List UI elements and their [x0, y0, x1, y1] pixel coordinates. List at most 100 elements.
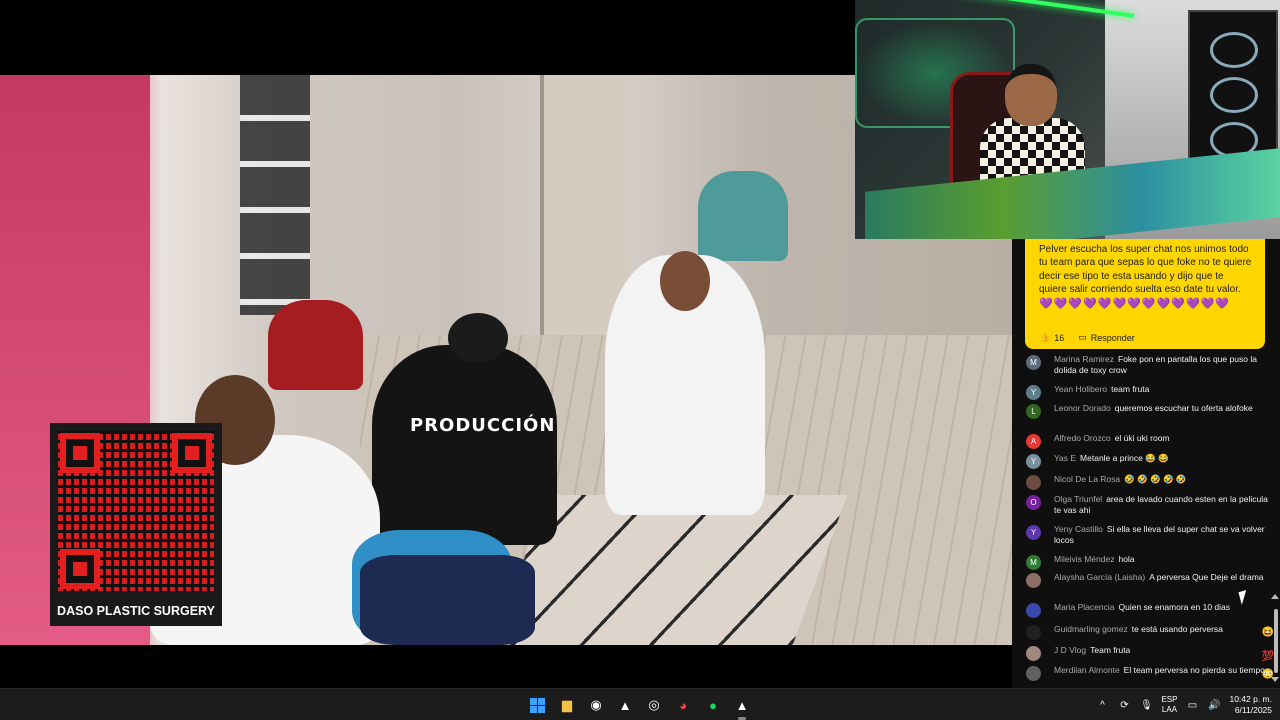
- chat-message[interactable]: O Olga Triunfel area de lavado cuando este…: [1026, 494, 1272, 515]
- chat-message[interactable]: Y Yas E Metanle a prince 😂 😂: [1026, 453, 1272, 469]
- like-count: 16: [1054, 332, 1065, 343]
- chat-message[interactable]: Alaysha García (Laisha) A perversa Que De…: [1026, 572, 1272, 588]
- qr-finder: [60, 549, 100, 589]
- language-indicator[interactable]: ESP LAA: [1161, 695, 1177, 715]
- person-cap: [448, 313, 508, 363]
- chat-message[interactable]: J D Vlog Team fruta: [1026, 645, 1272, 661]
- sync-icon[interactable]: ⟳: [1117, 700, 1131, 711]
- chat-author[interactable]: Alaysha García (Laisha): [1054, 572, 1145, 582]
- microphone-icon[interactable]: 🎙: [1139, 700, 1153, 711]
- avatar[interactable]: M: [1026, 355, 1041, 370]
- chat-message-body: Guidmarling gomez te está usando perversa: [1054, 624, 1223, 635]
- chat-text: El team perversa no pierda su tiempo: [1123, 665, 1265, 675]
- chat-text: te está usando perversa: [1131, 624, 1223, 634]
- taskbar: ▆ ◉ ▲ ◎ ◕ ● ▲ ^ ⟳ 🎙 ESP LAA ▭ 🔊 10:42 p.…: [0, 688, 1280, 720]
- chat-author[interactable]: Yeny Castillo: [1054, 524, 1103, 534]
- chat-text: Metanle a prince 😂 😂: [1080, 453, 1169, 463]
- chat-author[interactable]: Yas E: [1054, 453, 1076, 463]
- chat-message[interactable]: L Leonor Dorado queremos escuchar tu ofert…: [1026, 403, 1272, 419]
- like-button[interactable]: 👍 16: [1039, 332, 1064, 343]
- avatar[interactable]: [1026, 625, 1041, 640]
- chat-author[interactable]: Leonor Dorado: [1054, 403, 1111, 413]
- chat-author[interactable]: Guidmarling gomez: [1054, 624, 1128, 634]
- person-black-jacket: [372, 345, 557, 545]
- clock[interactable]: 10:42 p. m. 6/11/2025: [1229, 694, 1272, 716]
- chat-text: Quien se enamora en 10 dias: [1118, 602, 1231, 612]
- chrome-icon[interactable]: ◕: [672, 694, 694, 716]
- avatar[interactable]: [1026, 666, 1041, 681]
- super-chat-text: Pelver escucha los super chat nos unimos…: [1039, 244, 1252, 296]
- live-chat[interactable]: Pelver escucha los super chat nos unimos…: [1012, 239, 1280, 688]
- chat-author[interactable]: J D Vlog: [1054, 645, 1086, 655]
- chevron-up-icon[interactable]: ^: [1095, 700, 1109, 711]
- thumbs-up-icon: 👍: [1039, 332, 1051, 342]
- avatar[interactable]: [1026, 603, 1041, 618]
- chat-message-body: Alaysha García (Laisha) A perversa Que De…: [1054, 572, 1264, 583]
- chat-message-body: Olga Triunfel area de lavado cuando esten…: [1054, 494, 1272, 515]
- language-code: ESP: [1161, 695, 1178, 704]
- chat-text: 🤣 🤣 🤣 🤣 🤣: [1124, 474, 1187, 484]
- avatar[interactable]: [1026, 573, 1041, 588]
- qr-finder: [172, 433, 212, 473]
- chat-message-body: Nicol De La Rosa 🤣 🤣 🤣 🤣 🤣: [1054, 474, 1187, 485]
- chat-author[interactable]: Nicol De La Rosa: [1054, 474, 1120, 484]
- avatar[interactable]: O: [1026, 495, 1041, 510]
- chat-text: el úki uki room: [1114, 433, 1170, 443]
- avatar[interactable]: Y: [1026, 385, 1041, 400]
- chat-author[interactable]: Yean Holibero: [1054, 384, 1107, 394]
- webcam-overlay: [855, 0, 1280, 239]
- chat-message[interactable]: M Marina Ramirez Foke pon en pantalla los …: [1026, 354, 1272, 375]
- reply-label: Responder: [1090, 332, 1135, 343]
- chat-author[interactable]: Mileivis Méndez: [1054, 554, 1114, 564]
- chat-message[interactable]: Y Yeny Castillo Si ella se lleva del super…: [1026, 524, 1272, 545]
- start-icon[interactable]: [526, 694, 548, 716]
- app-active-icon[interactable]: ▲: [731, 694, 753, 720]
- chat-author[interactable]: Merdilan Almonte: [1054, 665, 1120, 675]
- spotify-icon[interactable]: ●: [702, 694, 724, 716]
- avatar[interactable]: Y: [1026, 454, 1041, 469]
- avatar[interactable]: [1026, 646, 1041, 661]
- chat-message-body: Yas E Metanle a prince 😂 😂: [1054, 453, 1169, 464]
- person-teal-shirt: [698, 171, 788, 261]
- steam-icon[interactable]: ◎: [643, 694, 665, 716]
- chat-scrollbar[interactable]: [1274, 609, 1278, 673]
- scroll-up-icon[interactable]: [1271, 594, 1279, 599]
- chat-message-body: Yeny Castillo Si ella se lleva del super …: [1054, 524, 1272, 545]
- screen: PRODUCCIÓN DASO PLASTIC SURGERY Pelver e…: [0, 0, 1280, 720]
- chat-author[interactable]: Olga Triunfel: [1054, 494, 1102, 504]
- chat-message[interactable]: Merdilan Almonte El team perversa no pier…: [1026, 665, 1272, 681]
- chat-message[interactable]: A Alfredo Orozco el úki uki room: [1026, 433, 1272, 449]
- floating-emoji: 😆: [1261, 627, 1274, 638]
- super-chat-message[interactable]: Pelver escucha los super chat nos unimos…: [1025, 239, 1265, 349]
- chat-message[interactable]: Nicol De La Rosa 🤣 🤣 🤣 🤣 🤣: [1026, 474, 1272, 490]
- chat-message-body: J D Vlog Team fruta: [1054, 645, 1130, 656]
- chat-message-body: Merdilan Almonte El team perversa no pier…: [1054, 665, 1265, 676]
- sponsor-label: DASO PLASTIC SURGERY: [57, 604, 215, 618]
- chat-message-body: Yean Holibero team fruta: [1054, 384, 1149, 395]
- chat-message[interactable]: Guidmarling gomez te está usando perversa: [1026, 624, 1272, 640]
- chat-author[interactable]: Maria Placencia: [1054, 602, 1114, 612]
- chat-author[interactable]: Alfredo Orozco: [1054, 433, 1111, 443]
- app-triangle-icon[interactable]: ▲: [614, 694, 636, 716]
- chat-text: A perversa Que Deje el drama: [1149, 572, 1264, 582]
- file-explorer-icon[interactable]: ▆: [556, 694, 578, 716]
- avatar[interactable]: L: [1026, 404, 1041, 419]
- floating-emoji: 💯: [1261, 651, 1274, 662]
- monitor-icon[interactable]: ▭: [1185, 700, 1199, 711]
- chat-message[interactable]: Maria Placencia Quien se enamora en 10 di…: [1026, 602, 1272, 618]
- avatar[interactable]: A: [1026, 434, 1041, 449]
- reply-button[interactable]: ▭ Responder: [1078, 332, 1135, 343]
- chat-author[interactable]: Marina Ramirez: [1054, 354, 1114, 364]
- super-chat-emoji: 💜💜💜💜💜💜💜💜💜💜💜💜💜: [1039, 297, 1231, 310]
- scroll-down-icon[interactable]: [1271, 677, 1279, 682]
- avatar[interactable]: M: [1026, 555, 1041, 570]
- chat-message-body: Marina Ramirez Foke pon en pantalla los q…: [1054, 354, 1272, 375]
- chat-message[interactable]: Y Yean Holibero team fruta: [1026, 384, 1272, 400]
- fan-icon: [1210, 77, 1258, 113]
- volume-icon[interactable]: 🔊: [1207, 700, 1221, 711]
- avatar[interactable]: Y: [1026, 525, 1041, 540]
- chat-message[interactable]: M Mileivis Méndez hola: [1026, 554, 1272, 570]
- obs-icon[interactable]: ◉: [585, 694, 607, 716]
- avatar[interactable]: [1026, 475, 1041, 490]
- clock-time: 10:42 p. m.: [1229, 694, 1272, 704]
